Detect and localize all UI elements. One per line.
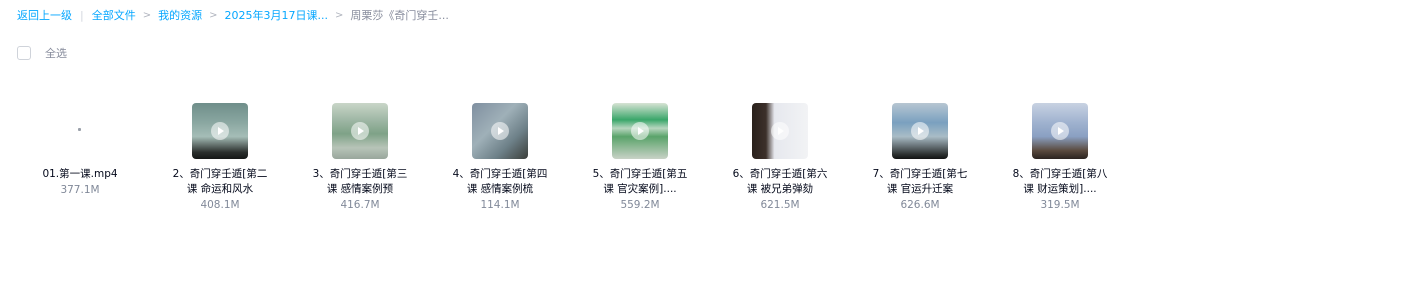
chevron-right-icon: > [209,9,218,21]
file-name: 3、奇门穿壬遁[第三课 感情案例预 [312,168,408,195]
select-all[interactable]: 全选 [17,45,67,61]
back-link[interactable]: 返回上一级 [17,7,72,23]
video-thumbnail [752,103,808,159]
file-size: 114.1M [480,199,520,211]
file-tile[interactable]: 6、奇门穿壬遁[第六课 被兄弟弹劾 621.5M [730,103,830,211]
file-tile[interactable]: 8、奇门穿壬遁[第八课 财运策划].... 319.5M [1010,103,1110,211]
select-all-checkbox[interactable] [17,46,31,60]
play-icon[interactable] [351,122,369,140]
file-name: 4、奇门穿壬遁[第四课 感情案例梳 [452,168,548,195]
play-icon[interactable] [631,122,649,140]
file-tile[interactable]: 01.第一课.mp4 377.1M [30,103,130,196]
breadcrumb-folder[interactable]: 2025年3月17日课... [225,7,328,23]
file-tile[interactable]: 3、奇门穿壬遁[第三课 感情案例预 416.7M [310,103,410,211]
select-all-label: 全选 [45,47,67,60]
video-thumbnail [612,103,668,159]
file-name: 01.第一课.mp4 [42,168,118,180]
play-icon[interactable] [771,122,789,140]
file-tile[interactable]: 4、奇门穿壬遁[第四课 感情案例梳 114.1M [450,103,550,211]
breadcrumb-divider: | [80,8,84,22]
chevron-right-icon: > [334,9,344,21]
breadcrumb-current: 周栗莎《奇门穿壬... [350,9,449,22]
file-tile[interactable]: 7、奇门穿壬遁[第七课 官运升迁案 626.6M [870,103,970,211]
file-size: 621.5M [760,199,800,211]
file-icon [78,128,81,131]
breadcrumb-all-files[interactable]: 全部文件 [92,7,136,23]
file-name: 8、奇门穿壬遁[第八课 财运策划].... [1012,168,1108,195]
file-size: 377.1M [60,184,100,196]
file-tile[interactable]: 2、奇门穿壬遁[第二课 命运和风水 408.1M [170,103,270,211]
breadcrumb-my-resources[interactable]: 我的资源 [158,7,202,23]
file-size: 319.5M [1040,199,1080,211]
file-thumbnail [52,103,108,159]
file-name: 7、奇门穿壬遁[第七课 官运升迁案 [872,168,968,195]
file-size: 559.2M [620,199,660,211]
file-size: 416.7M [340,199,380,211]
file-size: 408.1M [200,199,240,211]
file-name: 6、奇门穿壬遁[第六课 被兄弟弹劾 [732,168,828,195]
play-icon[interactable] [1051,122,1069,140]
play-icon[interactable] [491,122,509,140]
breadcrumb: 返回上一级 | 全部文件 > 我的资源 > 2025年3月17日课... > 周… [17,7,449,23]
video-thumbnail [332,103,388,159]
chevron-right-icon: > [142,9,152,21]
file-name: 2、奇门穿壬遁[第二课 命运和风水 [172,168,268,195]
video-thumbnail [472,103,528,159]
video-thumbnail [892,103,948,159]
file-size: 626.6M [900,199,940,211]
video-thumbnail [1032,103,1088,159]
video-thumbnail [192,103,248,159]
play-icon[interactable] [911,122,929,140]
file-tile[interactable]: 5、奇门穿壬遁[第五课 官灾案例].... 559.2M [590,103,690,211]
play-icon[interactable] [211,122,229,140]
file-name: 5、奇门穿壬遁[第五课 官灾案例].... [592,168,688,195]
